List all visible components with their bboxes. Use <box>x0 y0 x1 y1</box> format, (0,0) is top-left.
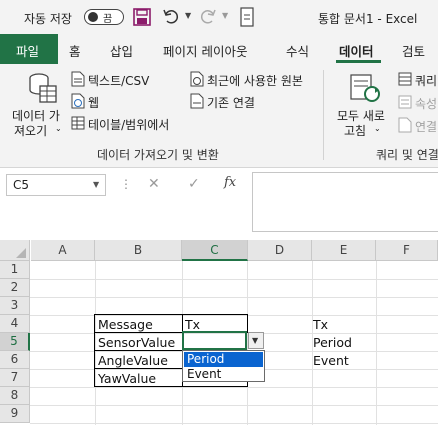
active-tab-indicator <box>336 60 381 63</box>
cell-c4-text: Tx <box>185 317 201 332</box>
cell-e6-text: Event <box>313 353 349 368</box>
gridline <box>30 279 438 280</box>
name-box-value: C5 <box>13 178 30 192</box>
existing-connections-button[interactable]: 기존 연결 <box>207 94 255 111</box>
formula-input[interactable] <box>252 172 438 232</box>
tab-review[interactable]: 검토 <box>402 41 425 60</box>
existing-connections-icon <box>190 93 204 109</box>
column-header-f[interactable]: F <box>376 240 438 261</box>
get-data-icon[interactable] <box>28 72 58 104</box>
active-cell-c5[interactable] <box>182 331 247 350</box>
table-range-icon <box>71 116 85 130</box>
gridline <box>30 405 438 406</box>
get-data-dropdown-icon[interactable]: ⌄ <box>55 124 62 133</box>
cell-b4-text: Message <box>98 317 153 332</box>
dropdown-option-event[interactable]: Event <box>184 367 263 382</box>
table-range-button[interactable]: 테이블/범위에서 <box>88 116 169 133</box>
row-header-6[interactable]: 6 <box>0 351 30 369</box>
tab-home[interactable]: 홈 <box>69 41 81 60</box>
row-header-7[interactable]: 7 <box>0 369 30 387</box>
row-header-3[interactable]: 3 <box>0 297 30 315</box>
undo-dropdown-icon[interactable]: ▼ <box>185 11 191 20</box>
toggle-knob <box>88 12 98 22</box>
tab-file[interactable]: 파일 <box>0 34 58 64</box>
row-header-9[interactable]: 9 <box>0 405 30 423</box>
undo-icon[interactable] <box>163 8 179 26</box>
cell-b7-text: YawValue <box>98 371 157 386</box>
tab-data[interactable]: 데이터 <box>339 41 374 60</box>
dropdown-option-period[interactable]: Period <box>184 352 263 367</box>
column-header-a[interactable]: A <box>31 240 95 261</box>
web-button[interactable]: 웹 <box>88 94 99 111</box>
row-header-4[interactable]: 4 <box>0 315 30 333</box>
document-icon[interactable] <box>240 7 254 27</box>
row-header-8[interactable]: 8 <box>0 387 30 405</box>
cell-b5-text: SensorValue <box>98 335 176 350</box>
enter-icon[interactable]: ✓ <box>188 176 200 192</box>
cell-e5-text: Period <box>313 335 352 350</box>
column-header-c[interactable]: C <box>182 240 248 261</box>
recent-sources-button[interactable]: 최근에 사용한 원본 <box>207 72 303 89</box>
row-header-5[interactable]: 5 <box>0 333 30 351</box>
cell-b6-text: AngleValue <box>98 353 168 368</box>
column-header-d[interactable]: D <box>248 240 312 261</box>
refresh-dropdown-icon[interactable]: ⌄ <box>374 124 381 133</box>
row-header-1[interactable]: 1 <box>0 261 30 279</box>
tab-file-label: 파일 <box>16 44 40 59</box>
validation-dropdown-button[interactable]: ▼ <box>248 332 264 349</box>
document-title: 통합 문서1 - Excel <box>318 12 418 26</box>
edit-links-button[interactable]: 연결 <box>415 118 437 135</box>
refresh-all-icon[interactable] <box>350 74 382 104</box>
save-icon[interactable] <box>133 8 151 26</box>
ribbon-separator <box>323 70 324 160</box>
gridline <box>30 387 438 388</box>
group-label-queries: 쿼리 및 연결 <box>376 148 438 162</box>
tab-formulas[interactable]: 수식 <box>286 41 309 60</box>
refresh-all-label-2[interactable]: 고침 <box>344 122 366 139</box>
properties-icon <box>398 95 412 109</box>
gridline <box>30 423 438 424</box>
text-csv-icon <box>71 71 85 87</box>
column-header-e[interactable]: E <box>312 240 376 261</box>
validation-dropdown-list[interactable]: Period Event <box>182 350 265 382</box>
redo-dropdown-icon[interactable]: ▼ <box>222 11 228 20</box>
insert-function-icon[interactable]: fx <box>224 175 236 190</box>
name-box[interactable]: C5 ▼ <box>6 174 106 196</box>
autosave-toggle[interactable]: 끔 <box>84 9 124 25</box>
name-box-dropdown-icon[interactable]: ▼ <box>93 180 99 189</box>
chevron-down-icon: ▼ <box>252 336 259 345</box>
text-csv-button[interactable]: 텍스트/CSV <box>88 72 149 89</box>
edit-links-icon <box>398 117 412 133</box>
tab-page-layout[interactable]: 페이지 레이아웃 <box>163 41 247 60</box>
queries-icon <box>398 72 412 86</box>
properties-button[interactable]: 속성 <box>415 95 437 112</box>
autosave-label: 자동 저장 <box>24 12 72 26</box>
select-all-icon <box>16 248 26 258</box>
queries-button[interactable]: 쿼리 <box>415 72 437 89</box>
row-header-2[interactable]: 2 <box>0 279 30 297</box>
cell-e4-text: Tx <box>313 317 329 332</box>
tab-insert[interactable]: 삽입 <box>110 41 133 60</box>
group-label-get-transform: 데이터 가져오기 및 변환 <box>97 148 219 162</box>
cancel-icon[interactable]: ✕ <box>148 176 160 192</box>
recent-sources-icon <box>190 71 204 87</box>
redo-icon[interactable] <box>200 8 216 26</box>
column-header-b[interactable]: B <box>95 240 182 261</box>
get-data-label-2[interactable]: 져오기 <box>14 122 47 139</box>
autosave-state: 끔 <box>103 14 113 25</box>
gridline <box>376 261 377 425</box>
web-icon <box>71 93 85 109</box>
formula-bar-grip-icon[interactable]: ⋮ <box>120 177 132 191</box>
gridline <box>30 297 438 298</box>
